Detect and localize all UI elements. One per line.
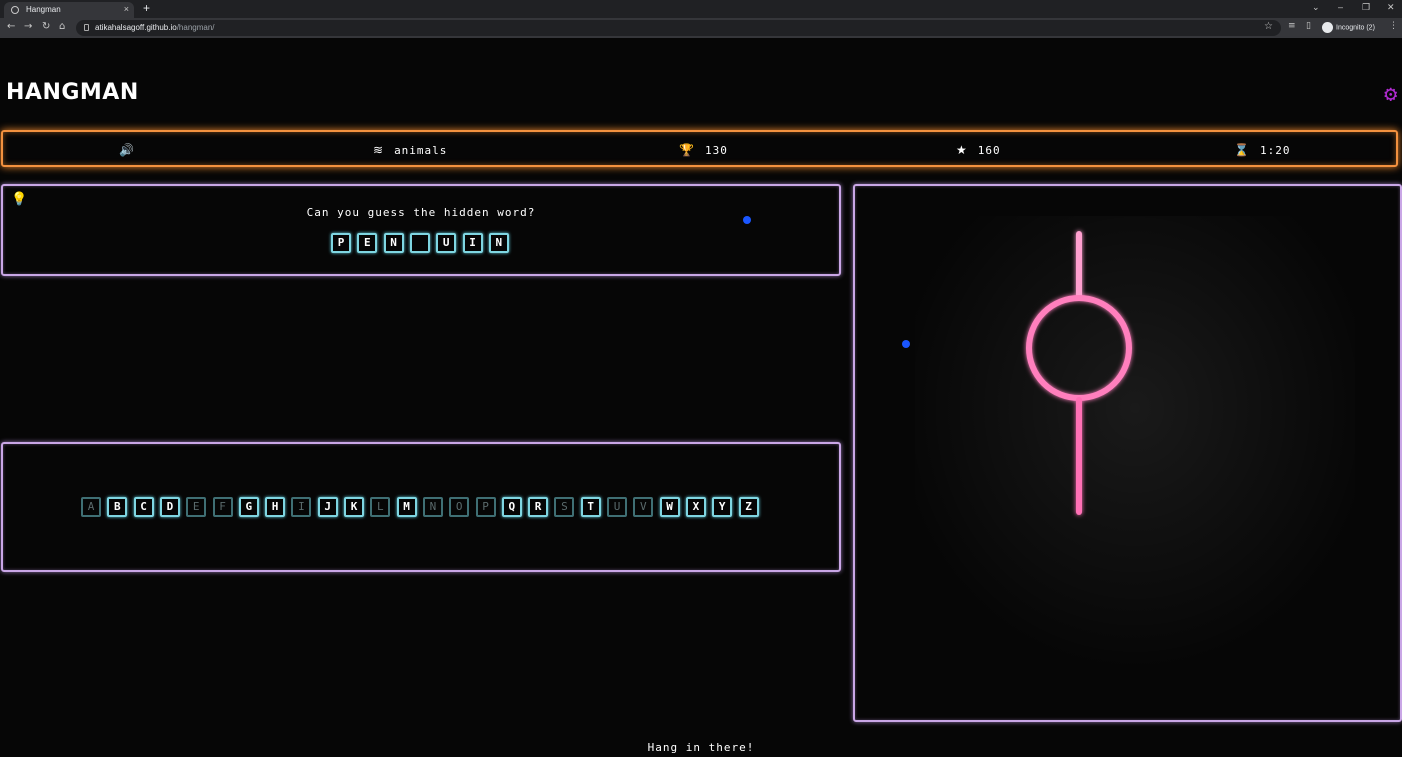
high-score-value: 130 (704, 144, 728, 157)
restore-button[interactable]: ❐ (1362, 2, 1370, 13)
profile-label: Incognito (2) (1336, 24, 1375, 32)
key-k[interactable]: K (344, 497, 364, 517)
address-bar[interactable]: atikahalsagoff.github.io/hangman/ ☆ (76, 20, 1281, 36)
prompt-text: Can you guess the hidden word? (306, 206, 536, 219)
back-button[interactable]: ← (7, 21, 15, 32)
hangman-drawing-panel (853, 184, 1402, 722)
close-window-button[interactable]: ✕ (1387, 2, 1395, 13)
status-bar: 🔊 ≋ animals 🏆 130 ★ 160 ⌛ 1:20 (1, 130, 1398, 167)
tab-title: Hangman (26, 5, 61, 14)
key-t[interactable]: T (580, 497, 601, 517)
layers-icon: ≋ (373, 143, 385, 157)
timer-value: 1:20 (1259, 144, 1291, 157)
hangman-drawing (915, 216, 1355, 696)
key-d[interactable]: D (159, 497, 180, 517)
key-y[interactable]: Y (712, 497, 733, 517)
high-score-stat: 🏆 130 (679, 143, 728, 157)
key-c[interactable]: C (133, 497, 154, 517)
side-panel-icon[interactable]: ▯ (1306, 21, 1311, 31)
home-button[interactable]: ⌂ (59, 21, 65, 32)
word-letter: U (436, 233, 457, 253)
category-label: animals (394, 144, 448, 157)
key-s: S (554, 497, 575, 517)
keyboard-panel: ABCDEFGHIJKLMNOPQRSTUVWXYZ (1, 442, 841, 572)
key-w[interactable]: W (659, 497, 680, 517)
browser-tab-bar: Hangman × + ⌄ – ❐ ✕ (0, 0, 1402, 18)
sound-toggle[interactable]: 🔊 (119, 143, 145, 157)
forward-button[interactable]: → (24, 21, 32, 32)
trophy-icon: 🏆 (679, 143, 695, 157)
key-x[interactable]: X (685, 497, 706, 517)
key-p: P (475, 497, 496, 517)
key-n: N (422, 497, 443, 517)
key-o: O (449, 497, 470, 517)
key-e: E (186, 497, 207, 517)
word-panel: 💡 Can you guess the hidden word? PENUIN (1, 184, 841, 276)
browser-toolbar: ← → ↻ ⌂ atikahalsagoff.github.io/hangman… (0, 18, 1402, 38)
drawing-glow (915, 216, 1355, 696)
reload-button[interactable]: ↻ (42, 21, 50, 32)
gear-icon[interactable]: ⚙ (1384, 84, 1397, 106)
star-icon: ★ (956, 143, 968, 157)
score-stat: ★ 160 (956, 143, 1001, 157)
key-r[interactable]: R (528, 497, 549, 517)
menu-icon[interactable]: ⋮ (1389, 21, 1398, 31)
key-l: L (370, 497, 391, 517)
score-value: 160 (977, 144, 1001, 157)
url-path: /hangman/ (176, 23, 215, 32)
word-letter: P (331, 233, 351, 253)
key-q[interactable]: Q (501, 497, 522, 517)
category-stat: ≋ animals (373, 143, 447, 157)
logo: HANGMAN (6, 80, 139, 105)
tab-search-icon[interactable]: ⌄ (1312, 2, 1320, 13)
speaker-icon: 🔊 (119, 143, 135, 157)
tab-close-button[interactable]: × (124, 4, 129, 14)
key-a: A (81, 497, 101, 517)
status-message: Hang in there! (647, 741, 755, 754)
key-u: U (607, 497, 627, 517)
key-i: I (291, 497, 312, 517)
globe-icon (11, 6, 19, 14)
lock-icon (84, 24, 89, 31)
word-letter: N (488, 233, 509, 253)
timer-stat: ⌛ 1:20 (1234, 143, 1290, 157)
key-j[interactable]: J (317, 497, 338, 517)
incognito-profile-button[interactable]: Incognito (2) (1322, 22, 1375, 33)
incognito-icon (1322, 22, 1333, 33)
word-letter: I (462, 233, 483, 253)
key-z[interactable]: Z (738, 497, 759, 517)
key-m[interactable]: M (396, 497, 417, 517)
browser-tab[interactable]: Hangman × (4, 2, 134, 18)
key-h[interactable]: H (265, 497, 286, 517)
new-tab-button[interactable]: + (143, 1, 150, 15)
bookmark-star-icon[interactable]: ☆ (1264, 21, 1273, 32)
minimize-button[interactable]: – (1338, 2, 1343, 12)
key-g[interactable]: G (238, 497, 259, 517)
key-b[interactable]: B (107, 497, 128, 517)
word-letter: E (357, 233, 378, 253)
hourglass-icon: ⌛ (1234, 143, 1250, 157)
lightbulb-icon[interactable]: 💡 (11, 192, 27, 207)
key-v: V (633, 497, 654, 517)
url-host: atikahalsagoff.github.io (95, 23, 177, 32)
word-letter: N (383, 233, 404, 253)
key-f: F (212, 497, 233, 517)
cursor-dot (743, 216, 751, 224)
media-icon[interactable]: ≡ (1288, 21, 1296, 31)
word-blank (409, 233, 430, 253)
